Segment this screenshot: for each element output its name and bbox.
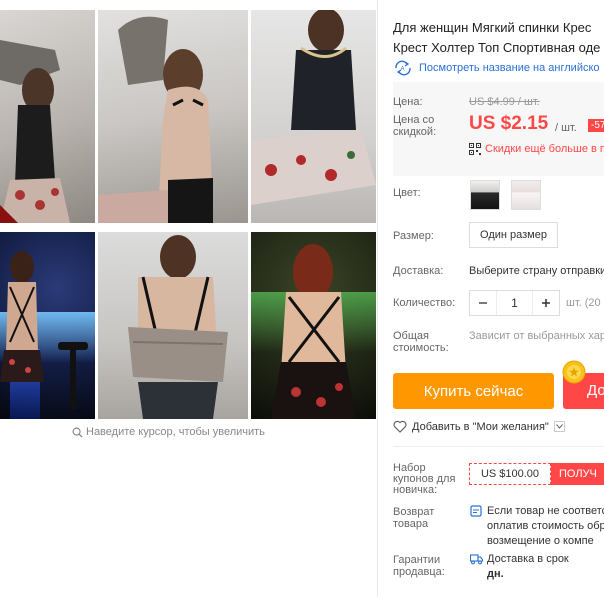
quantity-unit: шт. (20 bbox=[566, 297, 601, 309]
chevron-down-icon bbox=[555, 424, 563, 429]
product-title: Для женщин Мягкий спинки Крес Крест Холт… bbox=[393, 18, 604, 58]
newbie-coupon-label: Набор купонов для новичка: bbox=[393, 462, 456, 496]
color-label: Цвет: bbox=[393, 187, 421, 199]
seller-guarantee-text: Доставка в срок дн. bbox=[487, 552, 569, 582]
section-divider bbox=[393, 446, 604, 447]
price-per-unit: / шт. bbox=[555, 122, 577, 134]
svg-text:A: A bbox=[401, 67, 405, 73]
return-line-3: возмещение о компе bbox=[487, 535, 594, 547]
coupon-amount: US $100.00 bbox=[469, 463, 551, 485]
plus-icon bbox=[542, 299, 550, 307]
product-photo-6[interactable] bbox=[251, 232, 376, 419]
shipping-label: Доставка: bbox=[393, 265, 444, 277]
more-discounts-link[interactable]: Скидки ещё больше в п bbox=[469, 143, 604, 155]
return-policy-text: Если товар не соответс оплатив стоимость… bbox=[487, 504, 604, 549]
quantity-decrease-button[interactable] bbox=[470, 291, 496, 315]
quantity-stepper: 1 bbox=[469, 290, 560, 316]
product-title-line-1: Для женщин Мягкий спинки Крес bbox=[393, 20, 592, 35]
size-label: Размер: bbox=[393, 230, 434, 242]
price-label: Цена: bbox=[393, 96, 423, 108]
total-cost-value: Зависит от выбранных хар bbox=[469, 330, 604, 342]
return-policy-label: Возврат товара bbox=[393, 506, 435, 530]
discount-price-label: Цена со скидкой: bbox=[393, 114, 437, 138]
qr-code-icon bbox=[469, 143, 481, 155]
more-discounts-text: Скидки ещё больше в п bbox=[485, 143, 604, 155]
product-gallery bbox=[0, 10, 376, 420]
discount-price: US $2.15 bbox=[469, 113, 549, 134]
column-divider bbox=[377, 0, 378, 597]
wishlist-dropdown[interactable] bbox=[553, 421, 565, 432]
shipping-country-selector[interactable]: Выберите страну отправки bbox=[469, 265, 604, 277]
heart-icon bbox=[393, 420, 407, 433]
product-photo-3[interactable] bbox=[251, 10, 376, 223]
magnifier-icon bbox=[72, 427, 83, 438]
photo-6-figure bbox=[271, 244, 356, 419]
seller-guarantee-label: Гарантии продавца: bbox=[393, 554, 445, 578]
product-details: Для женщин Мягкий спинки Крес Крест Холт… bbox=[393, 0, 604, 597]
zoom-hint: Наведите курсор, чтобы увеличить bbox=[72, 426, 265, 438]
coin-icon bbox=[562, 360, 586, 384]
photo-5-figure bbox=[128, 235, 228, 419]
size-option-button[interactable]: Один размер bbox=[469, 222, 558, 248]
old-price: US $4.99 / шт. bbox=[469, 96, 540, 108]
quantity-label: Количество: bbox=[393, 297, 456, 309]
translate-icon: A bbox=[395, 60, 411, 76]
product-photo-5[interactable] bbox=[98, 232, 248, 419]
guarantee-line-2: дн. bbox=[487, 568, 504, 580]
color-swatch-white[interactable] bbox=[511, 180, 541, 210]
discount-badge: -57 bbox=[588, 119, 604, 132]
get-coupon-button[interactable]: ПОЛУЧ bbox=[551, 463, 604, 485]
return-policy-icon bbox=[470, 505, 482, 517]
translate-title-link[interactable]: A Посмотреть название на английско bbox=[393, 60, 600, 76]
wishlist-text: Добавить в "Мои желания" bbox=[412, 420, 549, 433]
truck-icon bbox=[470, 554, 483, 565]
product-photo-4[interactable] bbox=[0, 232, 95, 419]
translate-link-text: Посмотреть название на английско bbox=[419, 62, 600, 74]
total-cost-label: Общая стоимость: bbox=[393, 330, 449, 354]
quantity-increase-button[interactable] bbox=[533, 291, 559, 315]
add-to-wishlist[interactable]: Добавить в "Мои желания" bbox=[393, 420, 565, 433]
zoom-hint-text: Наведите курсор, чтобы увеличить bbox=[86, 426, 265, 438]
photo-3-figure bbox=[251, 10, 376, 205]
product-photo-1[interactable] bbox=[0, 10, 95, 223]
minus-icon bbox=[479, 302, 487, 304]
buy-now-button[interactable]: Купить сейчас bbox=[393, 373, 554, 409]
photo-2-figure bbox=[98, 16, 213, 223]
product-title-line-2: Крест Холтер Топ Спортивная оде bbox=[393, 40, 601, 55]
color-swatch-black[interactable] bbox=[470, 180, 500, 210]
return-line-2: оплатив стоимость обр bbox=[487, 520, 604, 532]
photo-1-figure bbox=[0, 40, 70, 223]
product-photo-2[interactable] bbox=[98, 10, 248, 223]
quantity-input[interactable]: 1 bbox=[496, 291, 533, 315]
photo-4-figure bbox=[0, 251, 88, 410]
guarantee-line-1: Доставка в срок bbox=[487, 553, 569, 565]
return-line-1: Если товар не соответс bbox=[487, 505, 604, 517]
